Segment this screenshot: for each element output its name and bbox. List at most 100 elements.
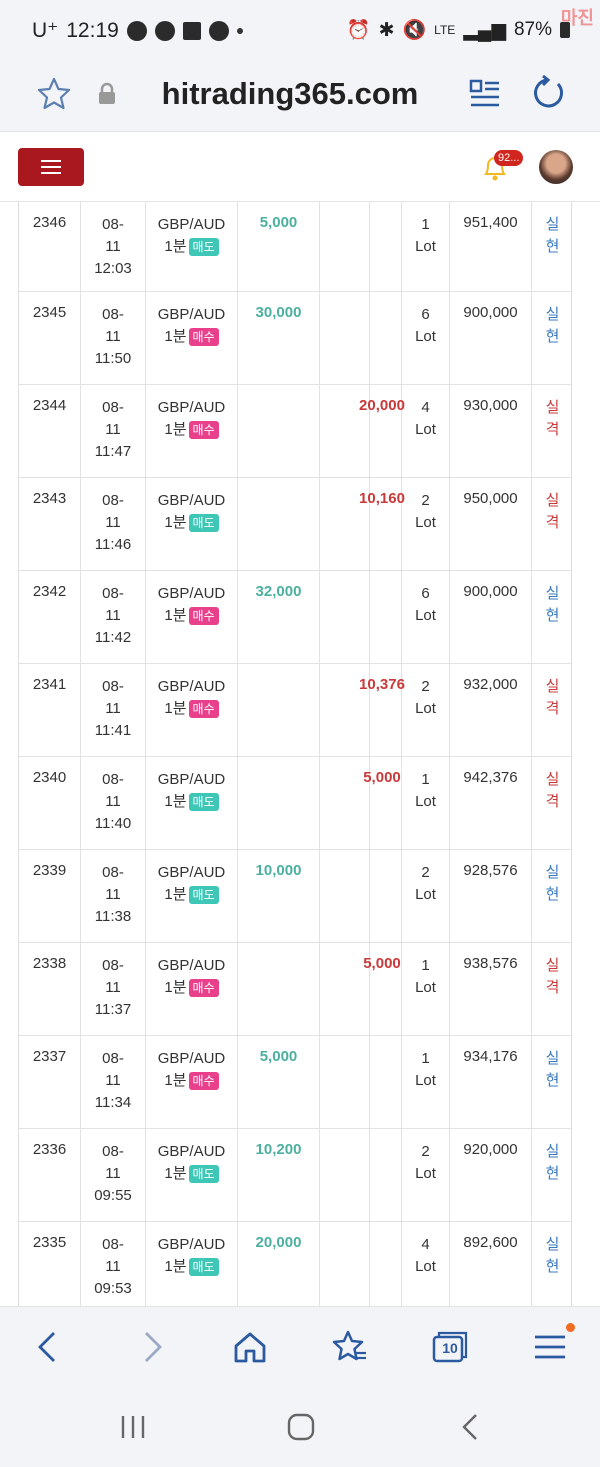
trade-datetime: 08- 11 12:03 bbox=[81, 202, 146, 291]
bookmark-star-icon[interactable] bbox=[36, 76, 72, 112]
trade-datetime: 08- 11 11:40 bbox=[81, 757, 146, 849]
user-avatar[interactable] bbox=[539, 150, 573, 184]
date-part-1: 08- bbox=[102, 216, 124, 233]
timeframe-label: 1분 bbox=[164, 421, 187, 438]
result-char-2: 현 bbox=[545, 886, 560, 903]
result-status: 실현 bbox=[532, 571, 571, 663]
lot-unit: Lot bbox=[415, 328, 436, 345]
loss-column-divider bbox=[370, 850, 402, 942]
result-status: 실격 bbox=[532, 478, 571, 570]
profit-value: 5,000 bbox=[238, 202, 320, 291]
lot-size: 2 Lot bbox=[402, 664, 450, 756]
lot-count: 1 bbox=[421, 1050, 430, 1067]
profit-value bbox=[238, 385, 320, 477]
trade-datetime: 08- 11 11:50 bbox=[81, 292, 146, 384]
balance-value: 900,000 bbox=[450, 571, 532, 663]
timeframe-label: 1분 bbox=[164, 700, 187, 717]
date-part-2: 11 bbox=[105, 421, 121, 438]
lot-size: 1 Lot bbox=[402, 1036, 450, 1128]
trade-symbol: GBP/AUD 1분 매도 bbox=[146, 757, 238, 849]
loss-column-divider bbox=[370, 202, 402, 291]
reader-mode-icon[interactable] bbox=[468, 78, 502, 110]
lot-count: 2 bbox=[421, 678, 430, 695]
result-status: 실현 bbox=[532, 850, 571, 942]
date-part-2: 11 bbox=[105, 328, 121, 345]
profit-value: 32,000 bbox=[238, 571, 320, 663]
pair-label: GBP/AUD bbox=[157, 306, 226, 323]
home-icon[interactable] bbox=[232, 1329, 268, 1365]
lot-count: 1 bbox=[421, 771, 430, 788]
date-part-1: 08- bbox=[102, 1236, 124, 1253]
time-part: 11:38 bbox=[94, 908, 132, 925]
side-badge: 매도 bbox=[188, 1165, 219, 1183]
trade-number: 2345 bbox=[19, 292, 81, 384]
trade-datetime: 08- 11 09:53 bbox=[81, 1222, 146, 1306]
lot-count: 4 bbox=[421, 1236, 430, 1253]
trade-symbol: GBP/AUD 1분 매수 bbox=[146, 571, 238, 663]
lot-unit: Lot bbox=[415, 514, 436, 531]
date-part-2: 11 bbox=[105, 607, 121, 624]
system-home-icon[interactable] bbox=[286, 1412, 316, 1442]
trade-symbol: GBP/AUD 1분 매도 bbox=[146, 1129, 238, 1221]
message-icon bbox=[154, 20, 175, 41]
date-part-1: 08- bbox=[102, 957, 124, 974]
trade-datetime: 08- 11 11:41 bbox=[81, 664, 146, 756]
lot-count: 2 bbox=[421, 492, 430, 509]
pair-label: GBP/AUD bbox=[157, 957, 226, 974]
profit-value bbox=[238, 478, 320, 570]
back-icon[interactable] bbox=[32, 1329, 68, 1365]
lot-unit: Lot bbox=[415, 421, 436, 438]
table-row: 2344 08- 11 11:47 GBP/AUD 1분 매수 20,000 4 Lot 930,0… bbox=[19, 385, 571, 478]
result-char-1: 실 bbox=[545, 492, 560, 509]
timeframe-label: 1분 bbox=[164, 238, 187, 255]
pair-label: GBP/AUD bbox=[157, 864, 226, 881]
trade-symbol: GBP/AUD 1분 매수 bbox=[146, 943, 238, 1035]
table-row: 2342 08- 11 11:42 GBP/AUD 1분 매수 32,000 6 Lot 900,0… bbox=[19, 571, 571, 664]
profit-value bbox=[238, 757, 320, 849]
result-char-2: 현 bbox=[545, 238, 560, 255]
balance-value: 932,000 bbox=[450, 664, 532, 756]
reload-icon[interactable] bbox=[528, 74, 566, 112]
system-back-icon[interactable] bbox=[456, 1412, 486, 1442]
date-part-1: 08- bbox=[102, 306, 124, 323]
recent-apps-icon[interactable] bbox=[118, 1412, 148, 1442]
trade-number: 2342 bbox=[19, 571, 81, 663]
date-part-2: 11 bbox=[105, 1072, 121, 1089]
profit-value: 5,000 bbox=[238, 1036, 320, 1128]
table-row: 2336 08- 11 09:55 GBP/AUD 1분 매도 10,200 2 Lot 920,0… bbox=[19, 1129, 571, 1222]
trade-symbol: GBP/AUD 1분 매수 bbox=[146, 292, 238, 384]
hamburger-menu-button[interactable] bbox=[18, 148, 84, 186]
lot-size: 1 Lot bbox=[402, 943, 450, 1035]
pair-label: GBP/AUD bbox=[157, 678, 226, 695]
table-row: 2335 08- 11 09:53 GBP/AUD 1분 매도 20,000 4 Lot 892,6… bbox=[19, 1222, 571, 1306]
lot-unit: Lot bbox=[415, 700, 436, 717]
date-part-2: 11 bbox=[105, 700, 121, 717]
profit-value: 10,000 bbox=[238, 850, 320, 942]
bookmarks-icon[interactable] bbox=[332, 1329, 368, 1365]
trade-datetime: 08- 11 11:47 bbox=[81, 385, 146, 477]
more-notifications-dot bbox=[236, 27, 243, 34]
lot-size: 1 Lot bbox=[402, 757, 450, 849]
trade-number: 2336 bbox=[19, 1129, 81, 1221]
date-part-1: 08- bbox=[102, 492, 124, 509]
lot-unit: Lot bbox=[415, 886, 436, 903]
trade-number: 2338 bbox=[19, 943, 81, 1035]
trade-symbol: GBP/AUD 1분 매도 bbox=[146, 850, 238, 942]
trade-number: 2339 bbox=[19, 850, 81, 942]
lot-unit: Lot bbox=[415, 1072, 436, 1089]
time-part: 09:53 bbox=[94, 1280, 132, 1297]
browser-menu-icon[interactable] bbox=[532, 1329, 568, 1365]
lot-size: 4 Lot bbox=[402, 1222, 450, 1306]
balance-value: 942,376 bbox=[450, 757, 532, 849]
result-status: 실격 bbox=[532, 385, 571, 477]
time-part: 11:37 bbox=[94, 1001, 132, 1018]
profit-value: 30,000 bbox=[238, 292, 320, 384]
mute-icon: 🔇 bbox=[402, 20, 427, 41]
loss-column-divider bbox=[370, 292, 402, 384]
forward-icon[interactable] bbox=[134, 1329, 170, 1365]
trade-number: 2341 bbox=[19, 664, 81, 756]
lot-unit: Lot bbox=[415, 793, 436, 810]
result-status: 실현 bbox=[532, 1129, 571, 1221]
url-text[interactable]: hitrading365.com bbox=[140, 76, 440, 112]
result-char-1: 실 bbox=[545, 585, 560, 602]
